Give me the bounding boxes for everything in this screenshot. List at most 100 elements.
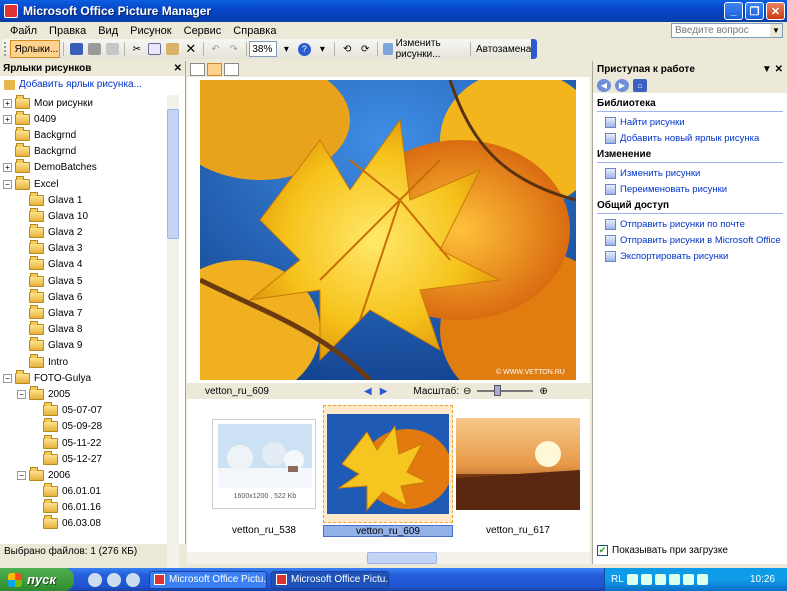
help-button[interactable]: ? <box>295 40 313 58</box>
edit-pictures-button[interactable]: Изменить рисунки... <box>381 38 467 60</box>
menu-help[interactable]: Справка <box>227 25 282 37</box>
menu-file[interactable]: Файл <box>4 25 43 37</box>
tree-item[interactable]: − 2005 <box>3 385 180 402</box>
task-link[interactable]: Добавить новый ярлык рисунка <box>605 133 783 144</box>
toolbar-options-chevron[interactable] <box>531 39 537 59</box>
tree-item[interactable]: 05-11-22 <box>3 434 180 451</box>
start-button[interactable]: пуск <box>0 568 74 591</box>
save-button[interactable] <box>67 40 85 58</box>
tree-item[interactable]: 06.03.08 <box>3 515 180 532</box>
tree-item[interactable]: Intro <box>3 353 180 370</box>
add-shortcut-link[interactable]: Добавить ярлык рисунка... <box>0 76 185 93</box>
tree-item[interactable]: 06.01.01 <box>3 483 180 500</box>
show-on-load-checkbox[interactable]: ✔ <box>597 545 608 556</box>
tree-item[interactable]: Backgrnd <box>3 126 180 143</box>
tree-item[interactable]: − FOTO-Gulya <box>3 369 180 386</box>
tree-item[interactable]: Glava 1 <box>3 191 180 208</box>
close-icon[interactable]: ✕ <box>775 64 783 75</box>
task-link[interactable]: Экспортировать рисунки <box>605 251 783 262</box>
thumbnail-frame[interactable]: 1600x1200 , 522 Kb <box>199 405 329 523</box>
thumbnail-frame[interactable] <box>323 405 453 523</box>
tree-item[interactable]: 05-12-27 <box>3 450 180 467</box>
tree-expander-icon[interactable]: − <box>17 470 26 480</box>
tree-item[interactable]: 05-09-28 <box>3 418 180 435</box>
chevron-down-icon[interactable]: ▼ <box>762 64 772 75</box>
zoom-out-icon[interactable]: ⊖ <box>463 386 471 397</box>
tree-item[interactable]: Glava 4 <box>3 256 180 273</box>
thumbnail-item[interactable]: vetton_ru_617 <box>453 405 583 542</box>
autocorrect-button[interactable]: Автозамена <box>473 40 531 58</box>
menu-tools[interactable]: Сервис <box>178 25 228 37</box>
tray-icon[interactable] <box>654 574 666 585</box>
task-link[interactable]: Изменить рисунки <box>605 168 783 179</box>
menu-picture[interactable]: Рисунок <box>124 25 178 37</box>
zoom-slider[interactable] <box>477 385 534 396</box>
previous-picture-button[interactable]: ◀ <box>364 386 372 397</box>
task-link[interactable]: Найти рисунки <box>605 117 783 128</box>
filmstrip-view-button[interactable] <box>207 62 222 76</box>
tree-item[interactable]: − Excel <box>3 175 180 192</box>
toolbar-options-button[interactable]: ▾ <box>313 40 331 58</box>
maximize-button[interactable]: ❐ <box>745 2 764 20</box>
tree-item[interactable]: Glava 7 <box>3 305 180 321</box>
tree-item[interactable]: 05-07-07 <box>3 402 180 419</box>
tree-item[interactable]: + Мои рисунки <box>3 95 180 111</box>
tree-item[interactable]: Glava 10 <box>3 207 180 224</box>
task-link[interactable]: Отправить рисунки в Microsoft Office <box>605 235 783 246</box>
zoom-slider-knob[interactable] <box>493 385 501 396</box>
tray-icon[interactable] <box>640 574 652 585</box>
help-search-input[interactable]: Введите вопрос ▼ <box>671 23 783 38</box>
zoom-in-icon[interactable]: ⊕ <box>539 386 547 397</box>
ie-icon[interactable] <box>88 572 102 587</box>
close-icon[interactable]: ✕ <box>174 63 182 74</box>
redo-button[interactable]: ↷ <box>225 40 243 58</box>
tree-item[interactable]: Glava 8 <box>3 321 180 338</box>
close-button[interactable]: ✕ <box>766 2 785 20</box>
tree-item[interactable]: 06.01.16 <box>3 499 180 516</box>
toolbar-grip[interactable] <box>4 42 8 56</box>
taskbar-item-active[interactable]: Microsoft Office Pictu... <box>271 570 389 589</box>
mail-button[interactable] <box>103 40 121 58</box>
menu-view[interactable]: Вид <box>92 25 124 37</box>
tree-item[interactable]: − 2006 <box>3 466 180 483</box>
tree-expander-icon[interactable]: + <box>3 114 12 124</box>
task-link[interactable]: Отправить рисунки по почте <box>605 219 783 230</box>
home-icon[interactable]: ⌂ <box>633 78 647 92</box>
language-indicator[interactable]: RL <box>611 574 624 585</box>
shortcuts-button[interactable]: Ярлыки... <box>9 40 61 58</box>
filmstrip-scrollbar[interactable] <box>187 552 590 564</box>
thumbnail-item-selected[interactable]: vetton_ru_609 <box>323 405 453 542</box>
tray-icon[interactable] <box>626 574 638 585</box>
tree-item[interactable]: +0409 <box>3 110 180 127</box>
undo-button[interactable]: ↶ <box>207 40 225 58</box>
tray-icon[interactable] <box>696 574 708 585</box>
thumbnail-view-button[interactable] <box>190 62 205 76</box>
scrollbar-thumb[interactable] <box>367 552 437 564</box>
tree-item[interactable]: Backgrnd <box>3 143 180 160</box>
tree-expander-icon[interactable]: − <box>3 373 12 383</box>
taskbar-item[interactable]: Microsoft Office Pictu... <box>149 570 267 589</box>
tree-item[interactable]: Glava 2 <box>3 224 180 241</box>
tree-item[interactable]: Glava 5 <box>3 272 180 289</box>
rotate-right-button[interactable]: ⟳ <box>356 40 374 58</box>
media-player-icon[interactable] <box>107 572 121 587</box>
desktop-icon[interactable] <box>126 572 140 587</box>
show-on-load-option[interactable]: ✔ Показывать при загрузке <box>597 545 728 556</box>
title-bar[interactable]: Microsoft Office Picture Manager _ ❐ ✕ <box>0 0 787 22</box>
tree-expander-icon[interactable]: − <box>3 179 12 189</box>
tree-scrollbar[interactable] <box>167 95 179 591</box>
menu-edit[interactable]: Правка <box>43 25 92 37</box>
tree-item[interactable]: Glava 9 <box>3 337 180 354</box>
tree-expander-icon[interactable]: + <box>3 98 12 108</box>
tree-expander-icon[interactable]: − <box>17 389 26 399</box>
rotate-left-button[interactable]: ⟲ <box>338 40 356 58</box>
thumbnail-item[interactable]: 1600x1200 , 522 Kb vetton_ru_538 <box>199 405 329 542</box>
cut-button[interactable]: ✂ <box>128 40 146 58</box>
minimize-button[interactable]: _ <box>724 2 743 20</box>
copy-button[interactable] <box>146 40 164 58</box>
zoom-select[interactable]: 38% <box>249 41 278 57</box>
tree-item[interactable]: + DemoBatches <box>3 159 180 176</box>
scrollbar-thumb[interactable] <box>167 109 179 239</box>
forward-icon[interactable]: ▶ <box>615 78 629 92</box>
paste-button[interactable] <box>164 40 182 58</box>
